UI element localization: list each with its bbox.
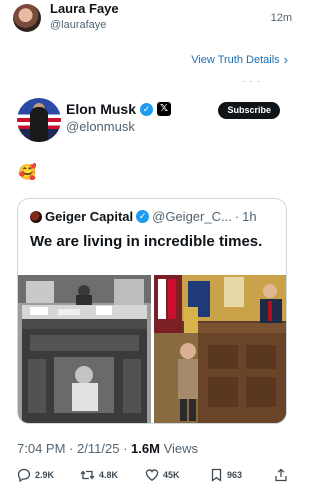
quoted-post-card[interactable]: Geiger Capital ✓ @Geiger_C... · 1h We ar… xyxy=(17,198,287,424)
subscribe-button[interactable]: Subscribe xyxy=(218,102,280,119)
views-count: 1.6M xyxy=(131,441,160,456)
avatar-figure xyxy=(30,107,48,142)
quote-separator: · xyxy=(234,209,240,224)
quote-avatar xyxy=(30,210,42,223)
profile-name-row: Elon Musk ✓ 𝕏 xyxy=(66,101,172,117)
quote-author-handle: @Geiger_C... xyxy=(152,209,232,224)
bookmark-icon xyxy=(210,468,223,482)
author-handle[interactable]: @laurafaye xyxy=(50,19,106,31)
quote-author-name: Geiger Capital xyxy=(45,209,134,224)
views-label: Views xyxy=(163,441,199,456)
reply-count: 2.9K xyxy=(35,470,55,480)
reply-button[interactable]: 2.9K xyxy=(17,468,54,482)
repost-icon xyxy=(80,468,95,482)
quote-time: 1h xyxy=(242,209,257,224)
share-button[interactable] xyxy=(274,468,288,482)
chevron-right-icon: › xyxy=(283,52,288,67)
stats-separator: · xyxy=(123,441,128,456)
profile-handle[interactable]: @elonmusk xyxy=(66,119,135,134)
stats-separator: · xyxy=(69,441,74,456)
oval-office-historic-photo xyxy=(18,275,151,423)
verified-badge-icon: ✓ xyxy=(140,102,154,116)
repost-button[interactable]: 4.8K xyxy=(80,468,118,482)
action-bar: 2.9K 4.8K 45K 963 xyxy=(0,468,304,488)
quote-image-left[interactable] xyxy=(18,275,151,423)
post-stats: 7:04 PM · 2/11/25 · 1.6M Views xyxy=(17,441,198,456)
heart-icon xyxy=(145,468,159,482)
post-timestamp: 7:04 PM xyxy=(17,441,66,456)
post-time: 12m xyxy=(270,12,292,24)
x-logo-icon: 𝕏 xyxy=(157,102,172,116)
view-truth-details-label: View Truth Details xyxy=(191,53,280,66)
quote-header: Geiger Capital ✓ @Geiger_C... · 1h xyxy=(30,209,257,224)
profile-name[interactable]: Elon Musk xyxy=(66,101,136,117)
bookmark-button[interactable]: 963 xyxy=(210,468,242,482)
divider-dots: - - - xyxy=(242,76,261,86)
profile-avatar[interactable] xyxy=(17,98,61,142)
author-name[interactable]: Laura Faye xyxy=(50,1,119,16)
quote-image-right[interactable] xyxy=(154,275,286,423)
post-date: 2/11/25 xyxy=(77,441,120,456)
reply-icon xyxy=(17,468,31,482)
avatar[interactable] xyxy=(13,4,41,32)
share-icon xyxy=(274,468,288,482)
post-emoji: 🥰 xyxy=(18,164,37,181)
post-header: Laura Faye @laurafaye 12m xyxy=(0,0,304,40)
repost-count: 4.8K xyxy=(99,470,119,480)
bookmark-count: 963 xyxy=(227,470,243,480)
like-button[interactable]: 45K xyxy=(145,468,180,482)
quote-text: We are living in incredible times. xyxy=(30,233,263,250)
like-count: 45K xyxy=(163,470,180,480)
quote-verified-icon: ✓ xyxy=(136,210,150,223)
oval-office-modern-photo xyxy=(154,275,286,423)
view-truth-details-link[interactable]: View Truth Details › xyxy=(191,52,288,67)
embedded-profile: Elon Musk ✓ 𝕏 @elonmusk Subscribe xyxy=(0,92,304,142)
